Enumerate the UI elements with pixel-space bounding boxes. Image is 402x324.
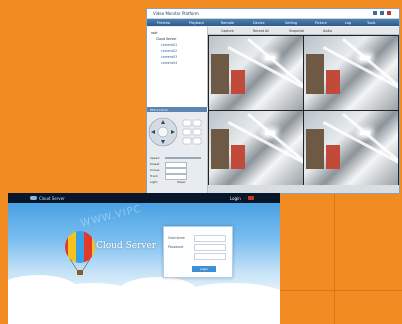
ptz-label-light: Light [150,180,158,184]
zoom-icon[interactable] [182,119,192,127]
maximize-icon[interactable] [380,11,384,15]
tree-item-root[interactable]: root [151,31,157,35]
menu-item-remote[interactable]: Remote [221,21,234,25]
tile-divider-v2 [334,193,335,324]
balloon-caption: Cloud Server [96,241,157,251]
server-field[interactable] [194,253,226,260]
menu-item-tools[interactable]: Tools [367,21,375,25]
flag-icon[interactable] [248,196,254,200]
top-login-link[interactable]: Login [230,196,241,201]
username-field[interactable] [194,235,226,242]
ptz-dial[interactable] [147,114,207,154]
vms-window[interactable]: Video Monitor Platform Preview Playback … [146,8,400,194]
iris-icon[interactable] [182,137,192,145]
minimize-icon[interactable] [373,11,377,15]
menu-item-picture[interactable]: Picture [315,21,327,25]
tree-item-camera[interactable]: camera03 [161,55,177,59]
login-panel: Username Password Login [163,226,233,278]
cloud-icon [30,196,37,200]
ptz-label-track: Track [150,174,158,178]
ptz-panel: Speed Preset Cruise Track Light Wiper [147,112,208,193]
vms-toolbar: Capture Record All Snapshot Audio [207,27,399,35]
menu-item-log[interactable]: Log [345,21,351,25]
focus-icon[interactable] [182,128,192,136]
username-label: Username [168,236,185,240]
device-tree: root Cloud Server camera01 camera02 came… [147,27,208,107]
login-top-bar: Cloud Server Login [8,193,280,203]
focus-icon[interactable] [192,128,202,136]
tool-snapshot[interactable]: Snapshot [289,29,304,33]
track-select[interactable] [165,174,187,180]
vms-status-bar [208,185,399,193]
vms-title: Video Monitor Platform [153,11,199,16]
login-window[interactable]: Cloud Server Login WWW.VIPC Cloud Server… [8,193,280,324]
menu-item-playback[interactable]: Playback [189,21,204,25]
ptz-label-speed: Speed [150,156,160,160]
tree-item-camera[interactable]: camera04 [161,61,177,65]
watermark: WWW.VIPC [79,203,143,230]
ptz-label-preset: Preset [150,162,160,166]
speed-slider[interactable] [165,157,201,159]
zoom-icon[interactable] [192,119,202,127]
tool-capture[interactable]: Capture [221,29,234,33]
password-field[interactable] [194,244,226,251]
camera-view[interactable] [304,111,398,185]
tree-item-camera[interactable]: camera01 [161,43,177,47]
tree-item-server[interactable]: Cloud Server [156,37,177,41]
vms-menu-bar: Preview Playback Remote Device Setting P… [147,19,399,26]
camera-view[interactable] [209,36,303,110]
password-label: Password [168,245,184,249]
cloud-shape [8,293,280,324]
ptz-label-wiper: Wiper [177,180,186,184]
tile-divider-h1 [280,290,402,291]
iris-icon[interactable] [192,137,202,145]
tool-record-all[interactable]: Record All [253,29,269,33]
close-icon[interactable] [387,11,391,15]
tree-item-camera[interactable]: camera02 [161,49,177,53]
login-button[interactable]: Login [192,266,216,272]
login-logo: Cloud Server [39,196,65,201]
ptz-label-cruise: Cruise [150,168,160,172]
hot-air-balloon [65,231,95,275]
camera-view[interactable] [304,36,398,110]
tool-audio[interactable]: Audio [323,29,332,33]
video-grid [208,35,399,185]
camera-view[interactable] [209,111,303,185]
vms-title-bar: Video Monitor Platform [147,9,399,19]
menu-item-device[interactable]: Device [253,21,265,25]
menu-item-preview[interactable]: Preview [157,21,170,25]
menu-item-setting[interactable]: Setting [285,21,297,25]
